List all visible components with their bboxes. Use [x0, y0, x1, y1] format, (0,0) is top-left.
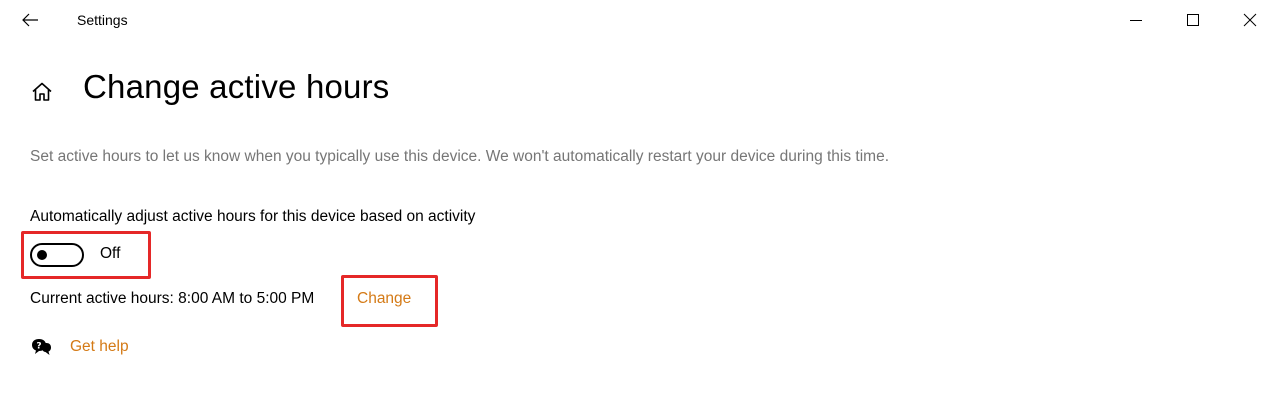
- auto-adjust-label: Automatically adjust active hours for th…: [30, 208, 476, 225]
- minimize-icon: [1130, 20, 1142, 21]
- help-chat-icon: ?: [32, 339, 51, 355]
- get-help-link[interactable]: Get help: [70, 338, 129, 356]
- maximize-button[interactable]: [1173, 6, 1213, 34]
- close-icon: [1243, 13, 1257, 27]
- close-button[interactable]: [1230, 6, 1270, 34]
- minimize-button[interactable]: [1116, 6, 1156, 34]
- change-link[interactable]: Change: [357, 290, 411, 308]
- page-description: Set active hours to let us know when you…: [30, 148, 890, 165]
- home-icon[interactable]: [30, 80, 54, 104]
- settings-window: Settings Change active hours Set active …: [0, 0, 1280, 419]
- arrow-left-icon: [22, 13, 38, 27]
- app-title: Settings: [77, 12, 128, 28]
- auto-adjust-toggle[interactable]: [30, 243, 84, 267]
- page-title: Change active hours: [83, 68, 390, 105]
- toggle-knob: [37, 250, 47, 260]
- current-active-hours: Current active hours: 8:00 AM to 5:00 PM: [30, 290, 315, 307]
- back-button[interactable]: [14, 6, 46, 34]
- toggle-state-label: Off: [100, 245, 121, 262]
- maximize-icon: [1187, 14, 1199, 26]
- svg-text:?: ?: [36, 342, 41, 352]
- title-bar: Settings: [0, 0, 1280, 40]
